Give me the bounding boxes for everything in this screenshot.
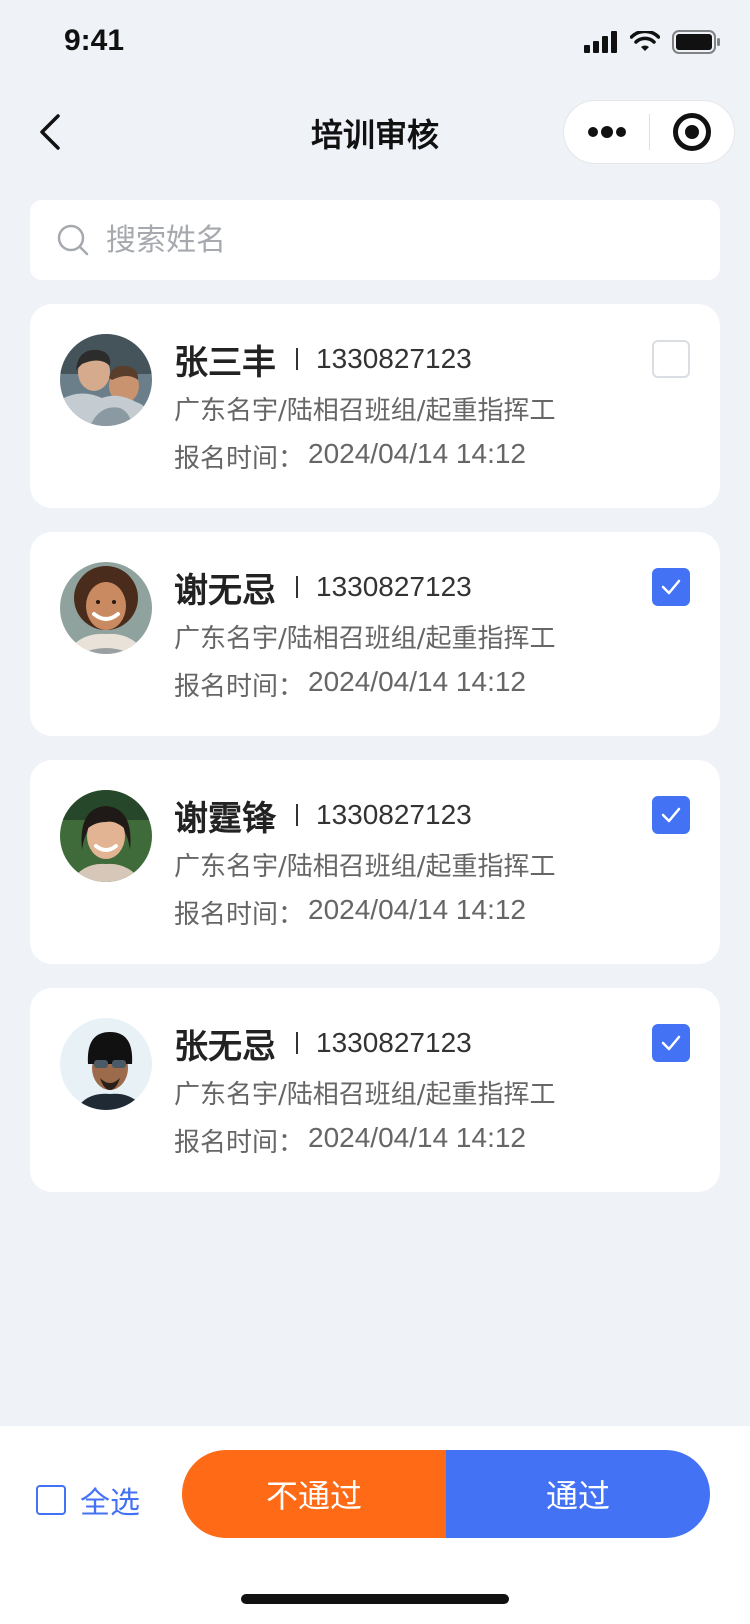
mini-program-capsule [563, 100, 735, 164]
reject-button[interactable]: 不通过 [182, 1450, 446, 1538]
registration-time-value: 2024/04/14 14:12 [308, 438, 526, 469]
applicant-phone: 1330827123 [316, 1027, 472, 1058]
applicant-org: 广东名宇/陆相召班组/起重指挥工 [174, 624, 556, 654]
applicant-name: 张无忌 [174, 1026, 276, 1067]
registration-time-value: 2024/04/14 14:12 [308, 894, 526, 925]
name-separator [296, 1032, 298, 1054]
name-row: 张三丰 1330827123 [174, 336, 472, 383]
search-input[interactable] [106, 222, 666, 258]
avatar [60, 790, 152, 882]
applicant-org: 广东名宇/陆相召班组/起重指挥工 [174, 1080, 556, 1110]
applicant-name: 谢霆锋 [174, 798, 276, 839]
registration-time-value: 2024/04/14 14:12 [308, 666, 526, 697]
applicant-name: 张三丰 [174, 342, 276, 383]
checkmark-icon [661, 579, 681, 595]
registration-time-row: 报名时间： 2024/04/14 14:12 [174, 438, 526, 475]
signal-icon [584, 31, 617, 53]
battery-icon [672, 30, 720, 54]
name-separator [296, 576, 298, 598]
close-mini-program-button[interactable] [650, 100, 734, 164]
checkmark-icon [661, 807, 681, 823]
status-bar: 9:41 [0, 0, 750, 88]
registration-time-row: 报名时间： 2024/04/14 14:12 [174, 894, 526, 931]
applicant-org: 广东名宇/陆相召班组/起重指挥工 [174, 396, 556, 426]
name-row: 谢霆锋 1330827123 [174, 792, 472, 839]
applicant-phone: 1330827123 [316, 799, 472, 830]
checkmark-icon [661, 1035, 681, 1051]
select-checkbox[interactable] [652, 568, 690, 606]
select-all-label[interactable]: 全选 [80, 1478, 140, 1522]
select-all-toggle[interactable]: 全选 [36, 1476, 140, 1524]
select-all-checkbox[interactable] [36, 1485, 66, 1515]
wifi-icon [630, 31, 660, 51]
registration-time-value: 2024/04/14 14:12 [308, 1122, 526, 1153]
applicant-card[interactable]: 谢霆锋 1330827123 广东名宇/陆相召班组/起重指挥工 报名时间： 20… [30, 760, 720, 964]
name-separator [296, 804, 298, 826]
applicant-phone: 1330827123 [316, 571, 472, 602]
name-separator [296, 348, 298, 370]
applicant-card[interactable]: 张三丰 1330827123 广东名宇/陆相召班组/起重指挥工 报名时间： 20… [30, 304, 720, 508]
avatar [60, 562, 152, 654]
name-row: 谢无忌 1330827123 [174, 564, 472, 611]
registration-time-label: 报名时间： [174, 444, 305, 474]
registration-time-label: 报名时间： [174, 900, 305, 930]
applicant-name: 谢无忌 [174, 570, 276, 611]
registration-time-row: 报名时间： 2024/04/14 14:12 [174, 1122, 526, 1159]
home-indicator [241, 1594, 509, 1604]
select-checkbox[interactable] [652, 796, 690, 834]
select-checkbox[interactable] [652, 1024, 690, 1062]
applicant-org: 广东名宇/陆相召班组/起重指挥工 [174, 852, 556, 882]
name-row: 张无忌 1330827123 [174, 1020, 472, 1067]
search-bar[interactable] [30, 200, 720, 280]
approve-button[interactable]: 通过 [446, 1450, 710, 1538]
search-icon [56, 223, 90, 257]
status-time: 9:41 [64, 24, 125, 57]
registration-time-label: 报名时间： [174, 1128, 305, 1158]
applicant-phone: 1330827123 [316, 343, 472, 374]
avatar [60, 1018, 152, 1110]
status-icons [584, 30, 722, 54]
registration-time-row: 报名时间： 2024/04/14 14:12 [174, 666, 526, 703]
applicant-card[interactable]: 张无忌 1330827123 广东名宇/陆相召班组/起重指挥工 报名时间： 20… [30, 988, 720, 1192]
more-button[interactable] [564, 100, 649, 164]
avatar [60, 334, 152, 426]
applicant-card[interactable]: 谢无忌 1330827123 广东名宇/陆相召班组/起重指挥工 报名时间： 20… [30, 532, 720, 736]
select-checkbox[interactable] [652, 340, 690, 378]
registration-time-label: 报名时间： [174, 672, 305, 702]
more-dots-icon [587, 126, 626, 138]
nav-bar: 培训审核 [0, 88, 750, 176]
target-icon [672, 113, 711, 151]
